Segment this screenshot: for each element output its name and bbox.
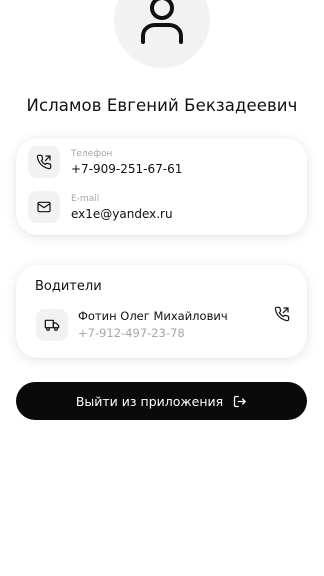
phone-icon-box xyxy=(28,146,60,178)
logout-icon xyxy=(232,394,247,409)
email-row[interactable]: E-mail ex1e@yandex.ru xyxy=(28,191,173,223)
driver-name: Фотин Олег Михайлович xyxy=(78,309,228,323)
email-label: E-mail xyxy=(71,193,100,204)
drivers-card: Водители Фотин Олег Михайлович +7-912-49… xyxy=(16,265,307,358)
driver-phone: +7-912-497-23-78 xyxy=(78,326,185,340)
mail-icon xyxy=(37,201,51,213)
phone-call-icon xyxy=(36,154,52,170)
logout-button[interactable]: Выйти из приложения xyxy=(16,382,307,420)
truck-icon xyxy=(44,319,60,331)
drivers-title: Водители xyxy=(35,279,102,294)
phone-value: +7-909-251-67-61 xyxy=(71,161,183,176)
profile-name: Исламов Евгений Бекзадеевич xyxy=(26,96,298,115)
avatar xyxy=(114,0,210,68)
user-icon xyxy=(141,0,183,44)
call-driver-button[interactable] xyxy=(271,303,293,325)
email-value: ex1e@yandex.ru xyxy=(71,206,173,221)
phone-label: Телефон xyxy=(71,148,113,159)
phone-call-icon xyxy=(274,306,290,322)
driver-icon-box xyxy=(36,308,68,341)
email-icon-box xyxy=(28,191,60,223)
logout-label: Выйти из приложения xyxy=(75,393,224,409)
phone-row[interactable]: Телефон +7-909-251-67-61 xyxy=(28,146,182,178)
contact-card: Телефон +7-909-251-67-61 E-mail ex1e@yan… xyxy=(16,138,307,235)
driver-item[interactable]: Фотин Олег Михайлович +7-912-497-23-78 xyxy=(36,308,228,341)
